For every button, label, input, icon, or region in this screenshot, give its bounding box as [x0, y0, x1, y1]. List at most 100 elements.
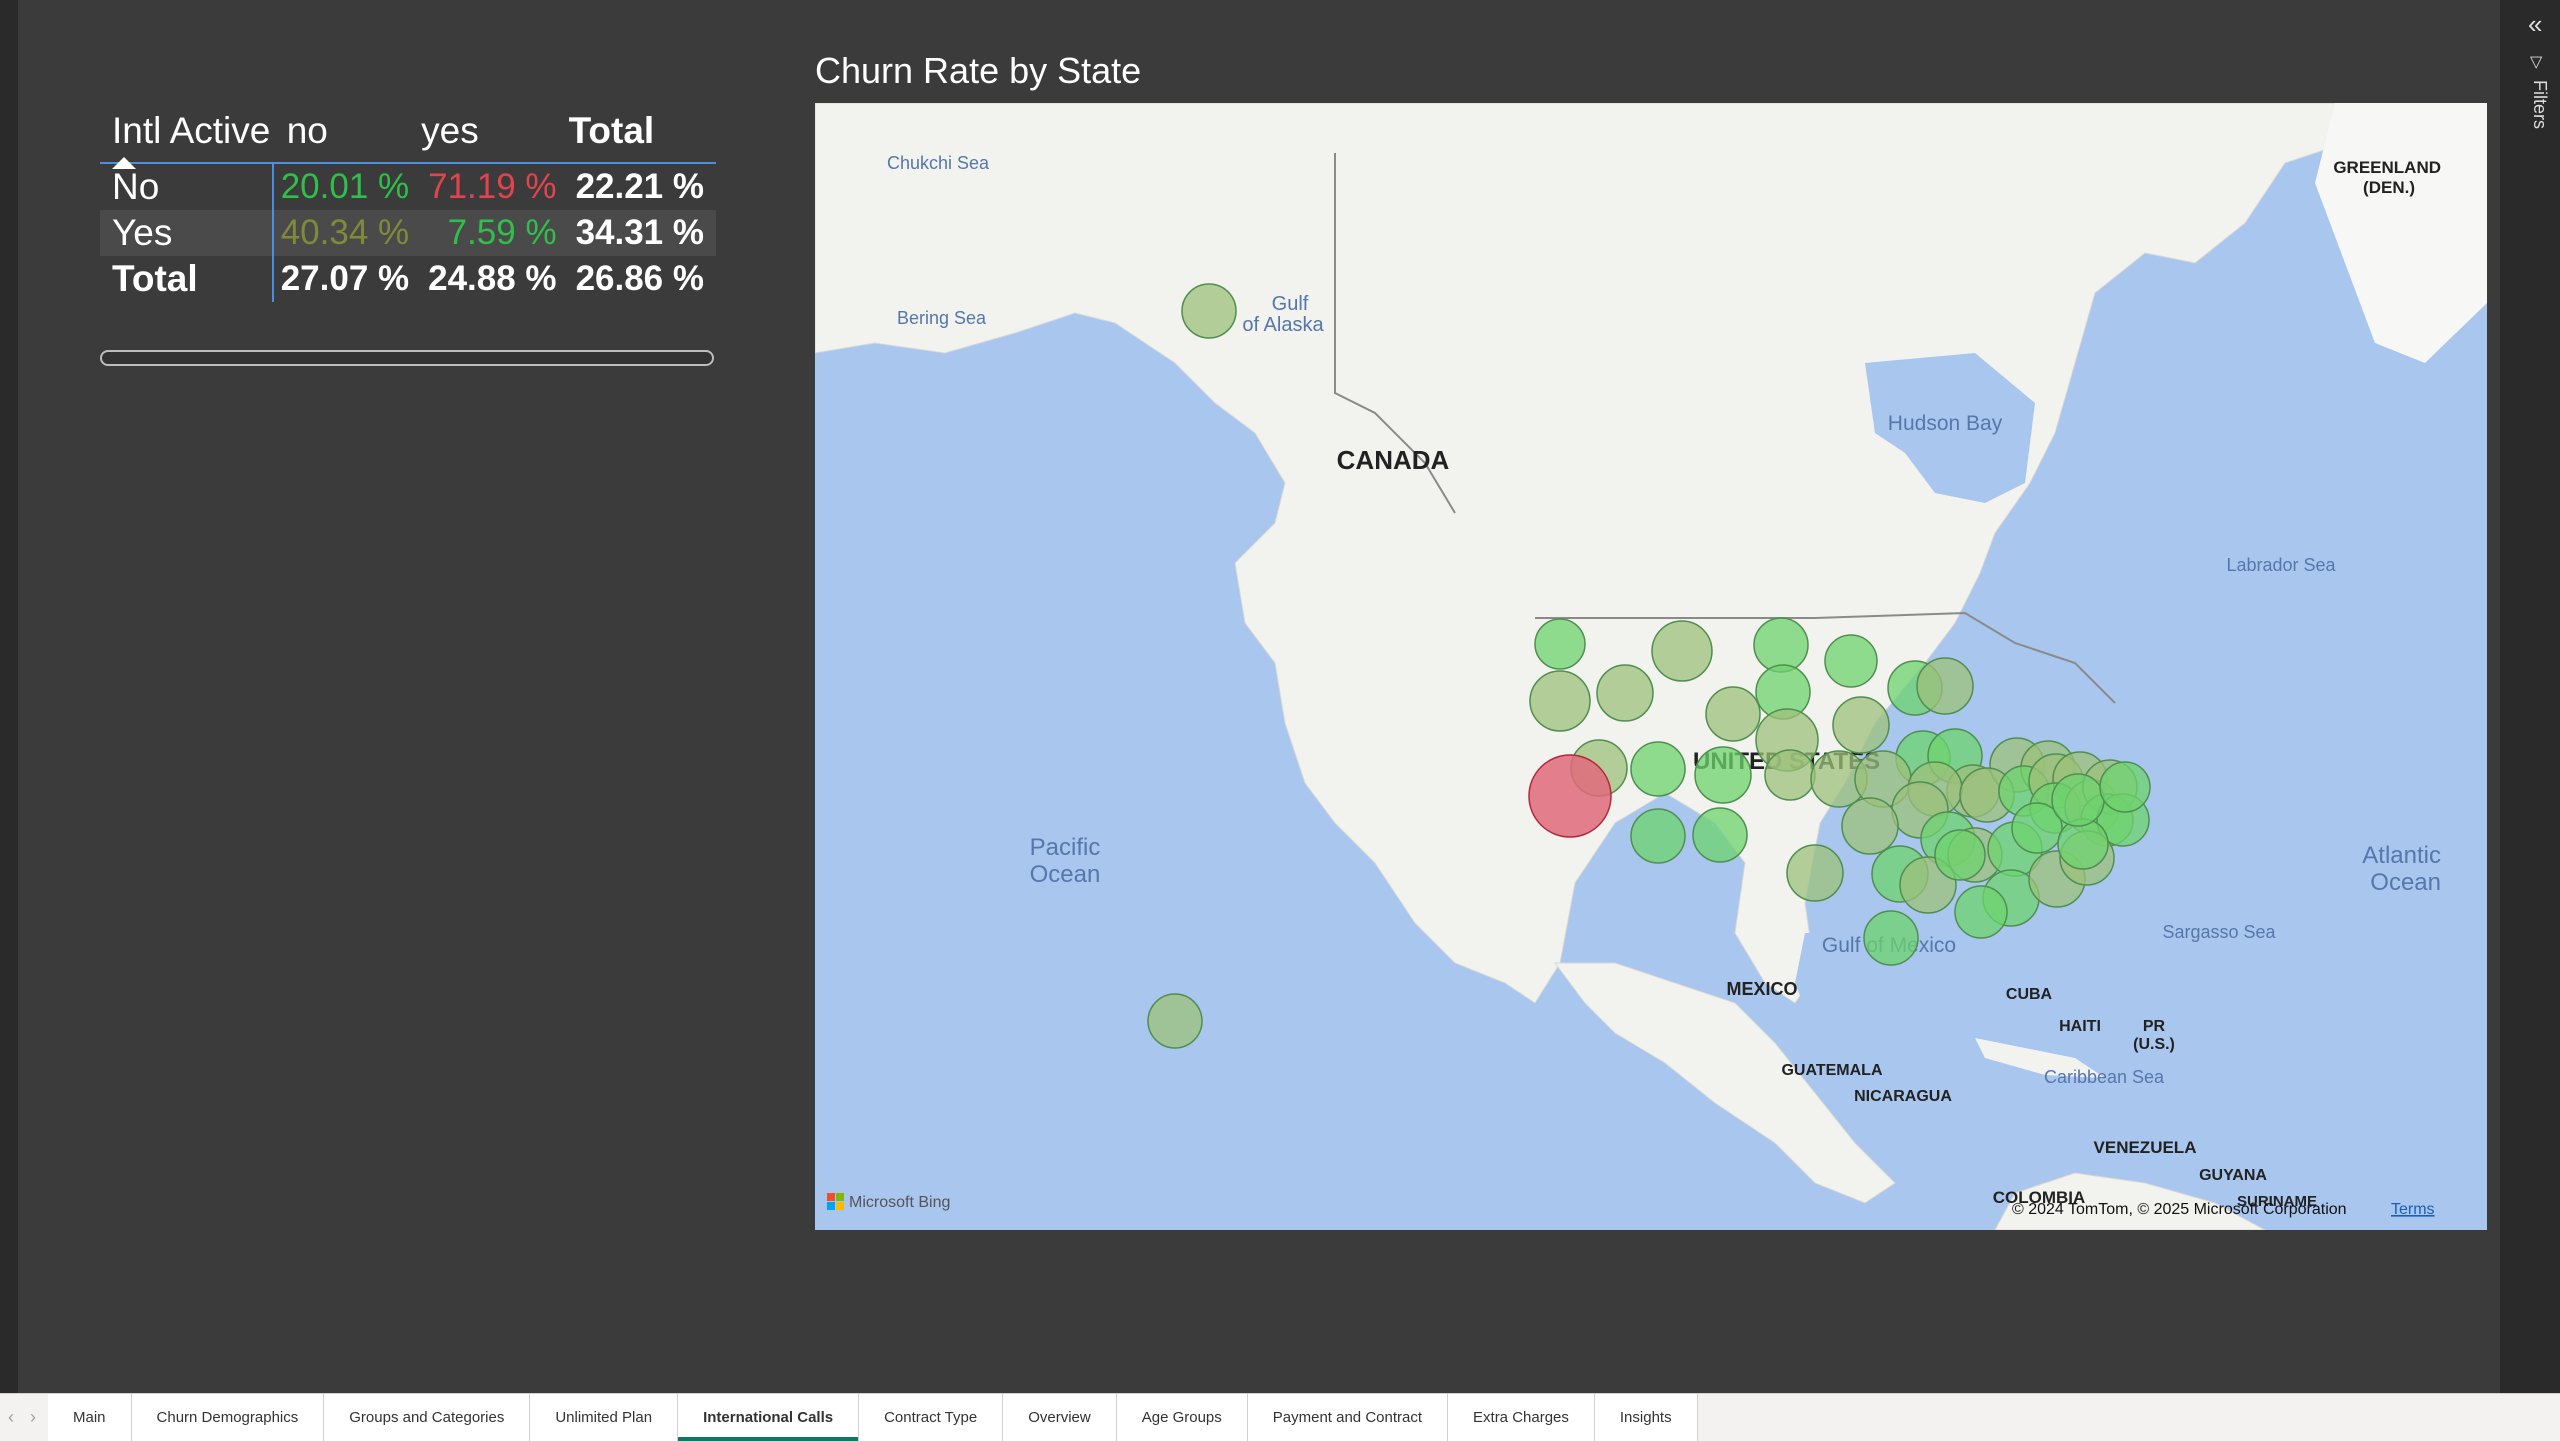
matrix-table: Intl Active no yes Total No 20.01 % 71.1… [100, 100, 716, 302]
state-bubble[interactable] [1832, 696, 1890, 754]
tab-churn-demographics[interactable]: Churn Demographics [131, 1394, 325, 1441]
map-label-mexico: MEXICO [1726, 979, 1797, 999]
cell-no-total: 22.21 % [568, 163, 716, 210]
churn-matrix: Intl Active no yes Total No 20.01 % 71.1… [100, 100, 716, 302]
col-header-no[interactable]: no [272, 100, 422, 164]
next-page-icon[interactable]: › [22, 1394, 44, 1441]
churn-map[interactable]: Chukchi Sea Bering Sea Gulf of Alaska CANADA… [815, 103, 2487, 1230]
state-bubble[interactable] [1630, 808, 1686, 864]
matrix-horizontal-scrollbar[interactable] [100, 350, 714, 366]
map-label-greenland-2: (DEN.) [2363, 178, 2415, 197]
map-label-gulf-alaska-2: of Alaska [1242, 314, 1324, 336]
state-bubble[interactable] [1181, 283, 1237, 339]
map-label-haiti: HAITI [2059, 1018, 2101, 1035]
map-label-bering: Bering Sea [897, 308, 987, 328]
map-attribution: © 2024 TomTom, © 2025 Microsoft Corporat… [2012, 1201, 2347, 1218]
cell-yes-yes: 7.59 % [421, 210, 569, 256]
row-label: Yes [100, 210, 274, 256]
state-bubble[interactable] [1528, 754, 1612, 838]
sort-ascending-icon[interactable] [112, 157, 136, 169]
page-tab-bar: ‹ › Main Churn Demographics Groups and Cat… [0, 1393, 2560, 1441]
map-label-pacific-2: Ocean [1030, 861, 1101, 888]
matrix-row-yes: Yes 40.34 % 7.59 % 34.31 % [100, 210, 716, 256]
cell-no-yes: 71.19 % [421, 163, 569, 210]
map-canvas[interactable]: Chukchi Sea Bering Sea Gulfof Alaska CANADA… [815, 103, 2487, 1230]
row-label: No [100, 163, 274, 210]
row-label: Total [100, 256, 274, 302]
bing-label: Microsoft Bing [849, 1194, 950, 1211]
map-label-hudson: Hudson Bay [1888, 412, 2003, 435]
matrix-row-total: Total 27.07 % 24.88 % 26.86 % [100, 256, 716, 302]
expand-pane-icon[interactable]: « [2528, 11, 2552, 37]
bing-logo-square [827, 1193, 835, 1201]
col-header-total[interactable]: Total [568, 100, 716, 164]
state-bubble[interactable] [1786, 844, 1844, 902]
state-bubble[interactable] [1841, 797, 1899, 855]
state-bubble[interactable] [1916, 657, 1974, 715]
matrix-header-row: Intl Active no yes Total [100, 100, 716, 169]
state-bubble[interactable] [2099, 761, 2151, 813]
tab-overview[interactable]: Overview [1003, 1394, 1117, 1441]
map-label-nicaragua: NICARAGUA [1854, 1088, 1952, 1105]
tab-contract-type[interactable]: Contract Type [859, 1394, 1004, 1441]
state-bubble[interactable] [1824, 634, 1878, 688]
bing-logo-square [827, 1202, 835, 1210]
tab-age-groups[interactable]: Age Groups [1116, 1394, 1248, 1441]
state-bubble[interactable] [2051, 773, 2105, 827]
col-header-yes[interactable]: yes [421, 100, 569, 164]
tab-insights[interactable]: Insights [1594, 1394, 1698, 1441]
cell-total-total: 26.86 % [568, 256, 716, 302]
map-label-sargasso: Sargasso Sea [2162, 922, 2276, 942]
page-tabs: Main Churn Demographics Groups and Categor… [48, 1394, 1698, 1441]
map-label-pr-2: (U.S.) [2133, 1036, 2175, 1053]
tab-extra-charges[interactable]: Extra Charges [1448, 1394, 1595, 1441]
filters-label[interactable]: Filters [2529, 80, 2550, 129]
tab-payment-and-contract[interactable]: Payment and Contract [1247, 1394, 1449, 1441]
state-bubble[interactable] [2057, 818, 2109, 870]
cell-no-no: 20.01 % [272, 163, 422, 210]
state-bubble[interactable] [1630, 741, 1686, 797]
map-label-venezuela: VENEZUELA [2094, 1138, 2197, 1157]
map-terms-link[interactable]: Terms [2391, 1201, 2435, 1218]
tab-groups-and-categories[interactable]: Groups and Categories [324, 1394, 531, 1441]
filters-pane-collapsed[interactable] [2500, 0, 2560, 1393]
cell-yes-total: 34.31 % [568, 210, 716, 256]
matrix-row-no: No 20.01 % 71.19 % 22.21 % [100, 163, 716, 210]
state-bubble[interactable] [1934, 829, 1986, 881]
cell-total-yes: 24.88 % [421, 256, 569, 302]
map-label-guyana: GUYANA [2199, 1167, 2267, 1184]
state-bubble[interactable] [1863, 910, 1919, 966]
state-bubble[interactable] [1705, 686, 1761, 742]
map-label-canada: CANADA [1337, 445, 1450, 475]
state-bubble[interactable] [1534, 618, 1586, 670]
row-field-label: Intl Active [112, 110, 271, 151]
state-bubble[interactable] [1954, 885, 2008, 939]
tab-main[interactable]: Main [48, 1394, 132, 1441]
tab-international-calls[interactable]: International Calls [678, 1394, 860, 1441]
state-bubble[interactable] [1692, 807, 1748, 863]
cell-total-no: 27.07 % [272, 256, 422, 302]
bing-logo-square [836, 1202, 844, 1210]
state-bubble[interactable] [1596, 664, 1654, 722]
map-label-greenland-1: GREENLAND [2333, 158, 2441, 177]
map-title: Churn Rate by State [815, 50, 1142, 91]
map-label-pacific-1: Pacific [1030, 834, 1101, 861]
state-bubble[interactable] [1694, 746, 1752, 804]
filter-icon[interactable]: ▽ [2530, 52, 2542, 72]
cell-yes-no: 40.34 % [272, 210, 422, 256]
left-edge [0, 0, 18, 1393]
state-bubble[interactable] [1753, 617, 1809, 673]
tab-unlimited-plan[interactable]: Unlimited Plan [530, 1394, 679, 1441]
state-bubble[interactable] [1529, 670, 1591, 732]
state-bubble[interactable] [1764, 749, 1816, 801]
row-field-header[interactable]: Intl Active [100, 100, 273, 169]
map-label-caribbean: Caribbean Sea [2044, 1067, 2165, 1087]
map-label-atlantic-1: Atlantic [2362, 842, 2441, 869]
map-label-chukchi: Chukchi Sea [887, 153, 990, 173]
previous-page-icon[interactable]: ‹ [0, 1394, 22, 1441]
state-bubble[interactable] [1147, 993, 1203, 1049]
map-label-cuba: CUBA [2006, 986, 2053, 1003]
state-bubble[interactable] [1651, 620, 1713, 682]
map-label-atlantic-2: Ocean [2370, 869, 2441, 896]
map-label-pr-1: PR [2143, 1018, 2166, 1035]
